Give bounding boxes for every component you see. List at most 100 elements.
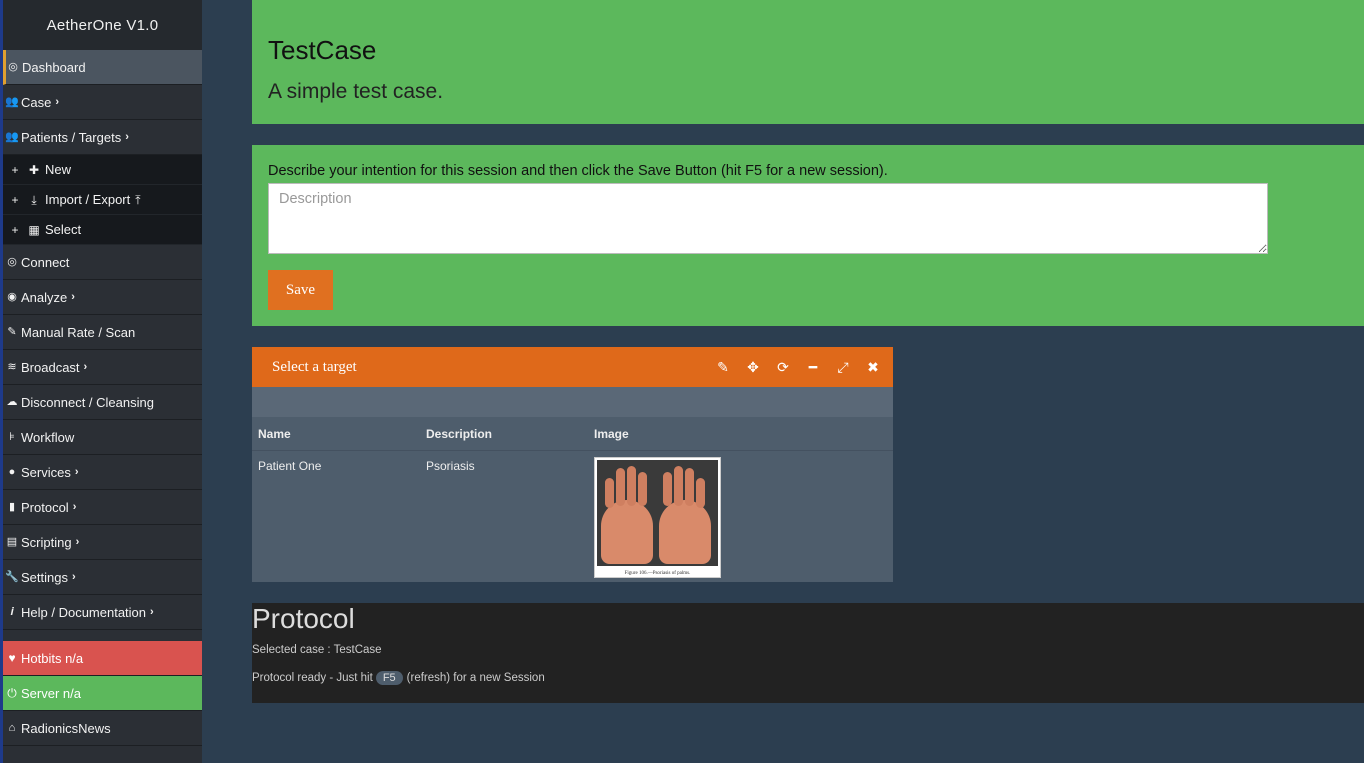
home-icon: ⌂ xyxy=(8,721,16,734)
hotbits-label: Hotbits n/a xyxy=(21,650,84,666)
sidebar-item-broadcast[interactable]: ≋ Broadcast › xyxy=(3,350,202,385)
session-prompt: Describe your intention for this session… xyxy=(268,163,888,179)
server-status[interactable]: ⏻ Server n/a xyxy=(3,676,202,711)
targets-table: Name Description Image Patient One Psori… xyxy=(252,417,893,586)
sidebar-item-dashboard[interactable]: ◎ Dashboard xyxy=(3,50,202,85)
power-icon: ⏻ xyxy=(7,685,17,700)
protocol-section: Protocol Selected case : TestCase Protoc… xyxy=(252,603,1364,703)
sidebar-item-disconnect[interactable]: ☁ Disconnect / Cleansing xyxy=(3,385,202,420)
cell-name: Patient One xyxy=(258,459,322,473)
sidebar-subitem-label: Import / Export xyxy=(45,191,131,207)
sidebar-item-settings[interactable]: 🔧 Settings › xyxy=(3,560,202,595)
protocol-ready-suffix: (refresh) for a new Session xyxy=(406,672,545,684)
sidebar-item-label: Services xyxy=(21,464,71,480)
sidebar-item-label: Settings xyxy=(21,569,68,585)
cell-description: Psoriasis xyxy=(426,459,475,473)
sidebar-subitem-new[interactable]: + ✚ New xyxy=(3,155,202,185)
sidebar-subitem-select[interactable]: + ▦ Select xyxy=(3,215,202,245)
target-photo xyxy=(597,460,718,566)
minimize-icon[interactable]: ━ xyxy=(805,359,821,376)
table-row[interactable]: Patient One Psoriasis Figure 106.—Psoria… xyxy=(252,451,893,587)
wrench-icon: 🔧 xyxy=(5,570,19,583)
sidebar-item-analyze[interactable]: ◉ Analyze › xyxy=(3,280,202,315)
script-icon: ▤ xyxy=(6,535,18,548)
sidebar-subitem-label: Select xyxy=(45,221,82,237)
pencil-icon: ✎ xyxy=(7,325,17,338)
workflow-icon: ⊧ xyxy=(9,430,15,443)
server-label: Server n/a xyxy=(21,685,81,701)
sidebar-item-label: Analyze xyxy=(21,289,68,305)
sidebar-item-scripting[interactable]: ▤ Scripting › xyxy=(3,525,202,560)
app-brand[interactable]: AetherOne V1.0 xyxy=(3,0,202,50)
sidebar-item-label: Manual Rate / Scan xyxy=(21,324,136,340)
panel-toolbar-space xyxy=(252,387,893,417)
sidebar-item-label: Broadcast xyxy=(21,359,80,375)
select-target-panel: Select a target ✎ ✥ ⟳ ━ ⤢ ✖ Name Descrip… xyxy=(252,347,893,582)
sidebar-item-help[interactable]: 𝒊 Help / Documentation › xyxy=(3,595,202,630)
sidebar-item-news[interactable]: ⌂ RadionicsNews xyxy=(3,711,202,746)
page-title: TestCase xyxy=(268,35,377,65)
plus-icon: ✚ xyxy=(28,162,40,177)
protocol-ready-prefix: Protocol ready - Just hit xyxy=(252,672,373,684)
expand-plus: + xyxy=(11,222,19,237)
session-panel: Describe your intention for this session… xyxy=(252,145,1364,326)
cloud-icon: ☁ xyxy=(6,395,18,408)
sidebar-item-label: Case xyxy=(21,94,52,110)
chevron-right-icon: › xyxy=(71,290,75,303)
save-button[interactable]: Save xyxy=(268,270,333,310)
sidebar-item-case[interactable]: 👥 Case › xyxy=(3,85,202,120)
sidebar-item-connect[interactable]: ◎ Connect xyxy=(3,245,202,280)
upload-icon: ⤒ xyxy=(135,192,141,207)
book-icon: ▮ xyxy=(8,500,16,513)
chevron-right-icon: › xyxy=(74,465,79,478)
chevron-right-icon: › xyxy=(75,535,80,548)
sidebar-item-manual-rate[interactable]: ✎ Manual Rate / Scan xyxy=(3,315,202,350)
sidebar-item-label: Disconnect / Cleansing xyxy=(21,394,154,410)
sidebar-item-label: Dashboard xyxy=(22,59,86,75)
hotbits-status[interactable]: ♥ Hotbits n/a xyxy=(3,641,202,676)
expand-icon[interactable]: ⤢ xyxy=(835,359,851,376)
sidebar-subitem-label: New xyxy=(45,161,72,177)
sidebar-item-services[interactable]: ● Services › xyxy=(3,455,202,490)
panel-header: Select a target ✎ ✥ ⟳ ━ ⤢ ✖ xyxy=(252,347,893,387)
panel-title: Select a target xyxy=(272,358,357,375)
users-icon: 👥 xyxy=(5,95,19,108)
case-header: TestCase A simple test case. xyxy=(252,0,1364,124)
sidebar-item-workflow[interactable]: ⊧ Workflow xyxy=(3,420,202,455)
sidebar-item-patients[interactable]: 👥 Patients / Targets › xyxy=(3,120,202,155)
f5-key-badge: F5 xyxy=(375,671,403,685)
selected-case-text: Selected case : TestCase xyxy=(252,644,382,656)
heart-icon: ♥ xyxy=(8,650,16,665)
sidebar-item-label: RadionicsNews xyxy=(21,720,111,736)
protocol-ready-line: Protocol ready - Just hit F5 (refresh) f… xyxy=(252,671,545,685)
chevron-right-icon: › xyxy=(72,500,77,513)
column-header-image[interactable]: Image xyxy=(588,417,893,451)
panel-tools: ✎ ✥ ⟳ ━ ⤢ ✖ xyxy=(715,359,881,376)
wifi-icon: ≋ xyxy=(7,360,17,373)
image-caption: Figure 106.—Psoriasis of palms. xyxy=(624,571,691,576)
protocol-title: Protocol xyxy=(252,603,355,634)
refresh-icon[interactable]: ⟳ xyxy=(775,359,791,376)
chevron-right-icon: › xyxy=(83,360,88,373)
sidebar-item-label: Patients / Targets xyxy=(21,129,122,145)
edit-icon[interactable]: ✎ xyxy=(715,359,731,376)
grid-icon: ▦ xyxy=(28,222,40,237)
cell-image: Figure 106.—Psoriasis of palms. xyxy=(588,451,893,587)
globe-icon: ● xyxy=(8,465,16,478)
sidebar-item-label: Connect xyxy=(21,254,70,270)
description-input[interactable] xyxy=(268,183,1268,254)
eye-icon: ◉ xyxy=(7,290,17,303)
sidebar-item-label: Scripting xyxy=(21,534,72,550)
close-icon[interactable]: ✖ xyxy=(865,359,881,376)
sidebar-item-label: Protocol xyxy=(21,499,69,515)
sidebar-subitem-import-export[interactable]: + ⤓ Import / Export ⤒ xyxy=(3,185,202,215)
target-image[interactable]: Figure 106.—Psoriasis of palms. xyxy=(594,457,721,578)
sidebar-item-protocol[interactable]: ▮ Protocol › xyxy=(3,490,202,525)
column-header-name[interactable]: Name xyxy=(252,417,420,451)
chevron-right-icon: › xyxy=(71,570,76,583)
expand-plus: + xyxy=(11,162,19,177)
column-header-description[interactable]: Description xyxy=(420,417,588,451)
download-icon: ⤓ xyxy=(31,192,37,207)
chevron-right-icon: › xyxy=(55,95,60,108)
move-icon[interactable]: ✥ xyxy=(745,359,761,376)
